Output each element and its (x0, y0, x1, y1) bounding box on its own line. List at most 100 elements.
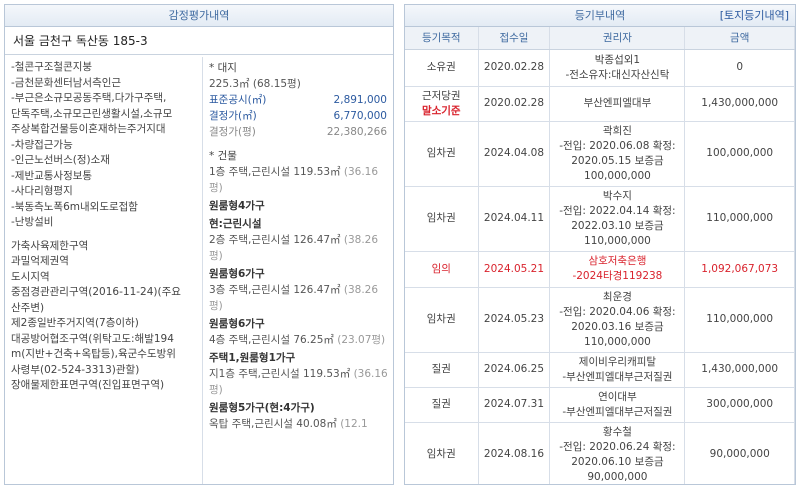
registry-purpose: 임차권 (405, 186, 479, 252)
registry-holder: 최운경 -전입: 2020.04.06 확정: 2020.03.16 보증금 110,… (549, 287, 686, 353)
holder-line: -전입: 2020.06.24 확정: (559, 440, 676, 453)
registry-row: 임차권 2024.05.23 최운경 -전입: 2020.04.06 확정: 2020.… (405, 287, 795, 353)
registry-date: 2024.04.11 (478, 186, 551, 252)
registry-holder: 박수지 -전입: 2022.04.14 확정: 2022.03.10 보증금 110,… (549, 186, 686, 252)
registry-header: 등기부내역 [토지등기내역] (405, 5, 795, 27)
purpose-label: 임의 (431, 262, 451, 275)
registry-date: 2020.02.28 (478, 86, 551, 122)
holder-line: -부산엔피엘대부근저질권 (562, 370, 673, 383)
feature-line: -제반교통사정보통 (11, 169, 93, 182)
registry-amount: 1,430,000,000 (684, 86, 795, 122)
table-header-row: 등기목적 접수일 권리자 금액 (405, 27, 795, 50)
registry-amount: 110,000,000 (684, 287, 795, 353)
purpose-label: 임차권 (426, 313, 456, 325)
feature-line: -인근노선버스(정)소재 (11, 154, 110, 166)
zoning-line: 가축사육제한구역 (11, 239, 89, 252)
unit-configuration: 주택1,원룸형1가구 (209, 352, 296, 364)
registry-purpose: 임차권 (405, 121, 479, 187)
registry-table: 등기목적 접수일 권리자 금액 소유권 2020.02.28 박종섭외1 -전소유자:대신자… (405, 27, 795, 484)
appraisal-panel: 감정평가내역 서울 금천구 독산동 185-3 -철콘구조철콘지붕 -금천문화센터… (4, 4, 394, 485)
registry-amount: 0 (684, 49, 795, 87)
registry-date: 2024.07.31 (478, 387, 551, 423)
purpose-label: 임차권 (426, 448, 456, 460)
feature-line: -난방설비 (11, 216, 54, 228)
purpose-label: 질권 (431, 363, 451, 375)
unit-configuration: 원룸형4가구 (209, 200, 265, 212)
registry-row: 소유권 2020.02.28 박종섭외1 -전소유자:대신자산신탁 0 (405, 49, 795, 87)
price-value: 6,770,000 (333, 110, 387, 122)
unit-configuration: 원룸형6가구 (209, 268, 265, 280)
feature-line: -금천문화센터남서측인근 (11, 76, 122, 89)
holder-line: 110,000,000 (584, 234, 651, 247)
unit-configuration: 원룸형5가구(현:4가구) (209, 402, 315, 414)
floor-area-line: 옥탑 주택,근린시설 40.08㎡ (12.1 (209, 416, 389, 432)
holder-line: 최운경 (602, 290, 632, 303)
holder-line: -전입: 2020.04.06 확정: (559, 305, 676, 318)
holder-line: -전입: 2022.04.14 확정: (559, 204, 676, 217)
price-value: 2,891,000 (333, 94, 387, 106)
holder-line: 2020.06.10 보증금 (571, 455, 664, 468)
holder-line: 100,000,000 (584, 169, 651, 182)
zoning-line: 제2종일반주거지역(7층이하) (11, 317, 139, 329)
feature-line: 주상복합건물등이혼재하는주거지대 (11, 123, 166, 135)
registry-date: 2024.05.23 (478, 287, 551, 353)
holder-line: 박종섭외1 (594, 53, 641, 66)
zoning-line: 도시지역 (11, 270, 50, 283)
column-header: 권리자 (549, 27, 686, 50)
price-value: 22,380,266 (326, 126, 387, 138)
feature-line: -사다리형평지 (11, 185, 73, 197)
zoning-line: 대공방어협조구역(위탁고도:해발194 (11, 332, 174, 345)
holder-line: 삼호저축은행 (588, 255, 647, 267)
registry-amount: 300,000,000 (684, 387, 795, 423)
purpose-label: 근저당권 (421, 89, 461, 102)
purpose-label: 임차권 (426, 147, 456, 159)
building-list: 1층 주택,근린시설 119.53㎡ (36.16평) 원룸형4가구 현:근린시설 2… (209, 164, 389, 432)
land-registry-link[interactable]: [토지등기내역] (720, 5, 789, 27)
registry-amount: 90,000,000 (684, 422, 795, 484)
holder-line: 90,000,000 (587, 470, 648, 483)
floor-area-pyeong: (12.1 (340, 418, 368, 430)
holder-line: 박수지 (602, 189, 632, 202)
zoning-line: 과밀억제권역 (11, 255, 69, 267)
zoning-list: 가축사육제한구역과밀억제권역도시지역중점경관관리구역(2016-11-24)(주… (11, 239, 194, 394)
registry-holder: 제이비우리캐피탈 -부산엔피엘대부근저질권 (549, 352, 686, 388)
holder-line: 2020.03.16 보증금 (571, 320, 664, 333)
holder-line: 110,000,000 (584, 335, 651, 348)
feature-line: -부근은소규모공동주택,다가구주택, (11, 92, 167, 104)
floor-area: 지1층 주택,근린시설 119.53㎡ (209, 368, 354, 380)
zoning-line: 중점경관관리구역(2016-11-24)(주요 (11, 286, 181, 298)
cancellation-basis-badge: 말소기준 (421, 104, 461, 117)
column-header: 접수일 (478, 27, 551, 50)
registry-amount: 1,092,067,073 (684, 251, 795, 288)
registry-holder: 곽희진 -전입: 2020.06.08 확정: 2020.05.15 보증금 100,… (549, 121, 686, 187)
column-divider (202, 57, 203, 484)
holder-line: 2020.05.15 보증금 (571, 154, 664, 167)
registry-purpose: 근저당권말소기준 (405, 86, 479, 122)
floor-area-line: 2층 주택,근린시설 126.47㎡ (38.26평) (209, 232, 389, 264)
zoning-line: 사령부(02-524-3313)관할) (11, 363, 140, 376)
registry-row: 임차권 2024.04.08 곽희진 -전입: 2020.06.08 확정: 2020.… (405, 121, 795, 187)
feature-list: -철콘구조철콘지붕 -금천문화센터남서측인근 -부근은소규모공동주택,다가구주택, 단… (11, 60, 194, 231)
floor-area-line: 3층 주택,근린시설 126.47㎡ (38.26평) (209, 282, 389, 314)
registry-holder: 황수철 -전입: 2020.06.24 확정: 2020.06.10 보증금 90,0… (549, 422, 686, 484)
feature-line: -차량접근가능 (11, 138, 73, 151)
floor-area-line: 지1층 주택,근린시설 119.53㎡ (36.16평) (209, 366, 389, 398)
holder-line: -2024타경119238 (572, 270, 663, 282)
registry-purpose: 질권 (405, 387, 479, 423)
registry-row: 임차권 2024.08.16 황수철 -전입: 2020.06.24 확정: 2020.… (405, 422, 795, 484)
registry-row: 질권 2024.07.31 연이대부 -부산엔피엘대부근저질권 300,000,000 (405, 387, 795, 423)
price-row: 결정가(㎡) 6,770,000 (209, 108, 389, 124)
holder-line: 2022.03.10 보증금 (571, 219, 664, 232)
zoning-line: 장애물제한표면구역(진입표면구역) (11, 379, 165, 391)
price-label: 결정가(평) (209, 126, 256, 138)
price-label: 표준공시(㎡) (209, 94, 267, 106)
holder-line: 연이대부 (598, 390, 637, 403)
registry-purpose: 질권 (405, 352, 479, 388)
registry-date: 2024.08.16 (478, 422, 551, 484)
registry-title: 등기부내역 (574, 9, 626, 22)
column-header: 등기목적 (405, 27, 479, 50)
holder-line: -부산엔피엘대부근저질권 (562, 405, 673, 418)
property-address: 서울 금천구 독산동 185-3 (5, 27, 393, 55)
column-header: 금액 (684, 27, 795, 50)
zoning-line: 산주변) (11, 301, 45, 314)
